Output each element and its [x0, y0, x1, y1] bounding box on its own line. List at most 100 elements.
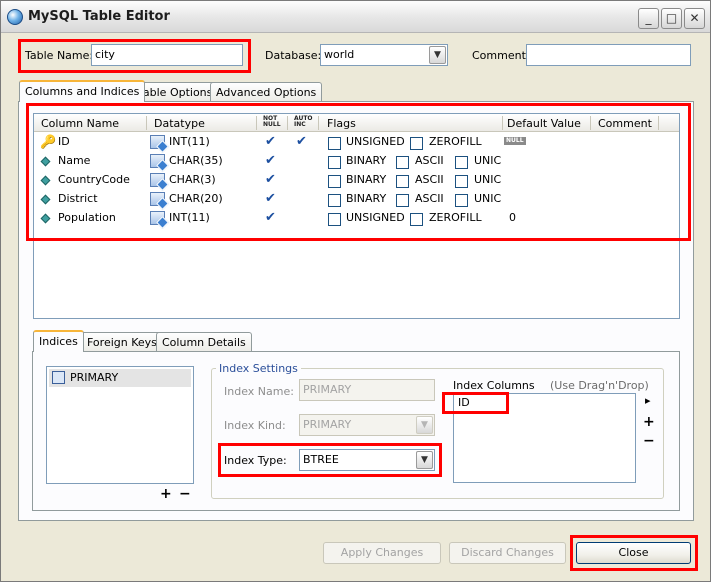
flag-checkbox[interactable]	[328, 213, 341, 226]
column-diamond-icon	[40, 175, 51, 186]
list-item[interactable]: ID	[458, 396, 470, 409]
comment-input[interactable]	[526, 44, 691, 66]
index-name-label: Index Name:	[224, 385, 294, 398]
header-datatype[interactable]: Datatype	[154, 117, 205, 130]
maximize-button[interactable]: □	[661, 8, 682, 29]
flag-checkbox[interactable]	[455, 175, 468, 188]
tab-foreign-keys[interactable]: Foreign Keys	[81, 332, 163, 352]
table-row[interactable]: Name CHAR(35) ✔ BINARY ASCII UNIC	[34, 152, 679, 171]
table-row[interactable]: District CHAR(20) ✔ BINARY ASCII UNIC	[34, 190, 679, 209]
chevron-down-icon[interactable]: ▼	[429, 46, 446, 64]
column-datatype[interactable]: INT(11)	[169, 135, 210, 148]
chevron-down-icon[interactable]: ▼	[416, 416, 433, 434]
table-editor-window: MySQL Table Editor _ □ ✕ Table Name: cit…	[0, 0, 711, 582]
header-auto-inc[interactable]: AUTO INC	[294, 116, 313, 128]
tab-indices[interactable]: Indices	[33, 330, 84, 352]
datatype-icon	[150, 154, 165, 168]
flag-checkbox[interactable]	[328, 137, 341, 150]
apply-changes-button[interactable]: Apply Changes	[323, 542, 441, 564]
auto-inc-check[interactable]: ✔	[296, 134, 307, 149]
flag-checkbox[interactable]	[410, 213, 423, 226]
remove-index-column-button[interactable]: −	[643, 433, 655, 449]
table-name-input[interactable]: city	[91, 44, 243, 66]
not-null-check[interactable]: ✔	[265, 210, 276, 225]
not-null-check[interactable]: ✔	[265, 153, 276, 168]
flag-checkbox[interactable]	[396, 175, 409, 188]
flag-checkbox[interactable]	[396, 156, 409, 169]
list-item[interactable]: PRIMARY	[49, 369, 191, 387]
column-datatype[interactable]: CHAR(35)	[169, 154, 223, 167]
header-not-null[interactable]: NOT NULL	[263, 116, 281, 128]
add-index-column-button[interactable]: +	[643, 414, 655, 430]
comment-label: Comment:	[472, 49, 530, 62]
flag-label: UNSIGNED	[346, 135, 405, 148]
header-comment[interactable]: Comment	[598, 117, 652, 130]
column-datatype[interactable]: CHAR(20)	[169, 192, 223, 205]
index-name: PRIMARY	[70, 371, 119, 384]
index-name-input[interactable]: PRIMARY	[299, 379, 435, 401]
not-null-check[interactable]: ✔	[265, 134, 276, 149]
flag-checkbox[interactable]	[328, 194, 341, 207]
not-null-check[interactable]: ✔	[265, 191, 276, 206]
column-name[interactable]: ID	[58, 135, 70, 148]
index-type-label: Index Type:	[224, 454, 287, 467]
column-datatype[interactable]: CHAR(3)	[169, 173, 216, 186]
flag-label: ZEROFILL	[429, 211, 482, 224]
default-value-badge[interactable]: NULL	[504, 137, 526, 145]
flag-label: ZEROFILL	[429, 135, 482, 148]
table-row[interactable]: 🔑 ID INT(11) ✔ ✔ UNSIGNED ZEROFILL NULL	[34, 133, 679, 152]
flag-checkbox[interactable]	[328, 175, 341, 188]
default-value[interactable]: 0	[509, 211, 516, 224]
index-columns-list[interactable]: ID	[453, 393, 636, 483]
tab-advanced-options[interactable]: Advanced Options	[210, 82, 323, 102]
header-default-value[interactable]: Default Value	[507, 117, 581, 130]
close-button[interactable]: Close	[576, 542, 691, 564]
key-icon: 🔑	[40, 135, 57, 150]
column-name[interactable]: Population	[58, 211, 116, 224]
index-type-value: BTREE	[303, 453, 339, 466]
flag-checkbox[interactable]	[455, 156, 468, 169]
database-select[interactable]: world ▼	[320, 44, 448, 66]
remove-index-button[interactable]: −	[179, 486, 191, 502]
header-column-name[interactable]: Column Name	[41, 117, 119, 130]
columns-grid[interactable]: Column Name Datatype NOT NULL AUTO INC Fla…	[33, 113, 680, 319]
flag-checkbox[interactable]	[410, 137, 423, 150]
close-window-button[interactable]: ✕	[684, 8, 705, 29]
discard-changes-button[interactable]: Discard Changes	[449, 542, 566, 564]
tab-column-details[interactable]: Column Details	[156, 332, 252, 352]
datatype-icon	[150, 211, 165, 225]
index-settings-legend: Index Settings	[216, 362, 301, 375]
index-kind-select[interactable]: PRIMARY ▼	[299, 414, 435, 436]
move-right-arrow-icon[interactable]: ▸	[645, 394, 651, 407]
index-icon	[52, 371, 65, 384]
column-name[interactable]: District	[58, 192, 98, 205]
table-row[interactable]: Population INT(11) ✔ UNSIGNED ZEROFILL 0	[34, 209, 679, 228]
window-title: MySQL Table Editor	[28, 9, 170, 24]
header-auto-inc-line2: INC	[294, 121, 306, 128]
index-kind-value: PRIMARY	[303, 418, 352, 431]
flag-label: BINARY	[346, 154, 387, 167]
flag-checkbox[interactable]	[328, 156, 341, 169]
table-row[interactable]: CountryCode CHAR(3) ✔ BINARY ASCII UNIC	[34, 171, 679, 190]
chevron-down-icon[interactable]: ▼	[416, 451, 433, 469]
not-null-check[interactable]: ✔	[265, 172, 276, 187]
database-value: world	[324, 48, 355, 61]
add-index-button[interactable]: +	[160, 486, 172, 502]
column-name[interactable]: CountryCode	[58, 173, 130, 186]
flag-label: UNSIGNED	[346, 211, 405, 224]
flag-checkbox[interactable]	[455, 194, 468, 207]
column-diamond-icon	[40, 156, 51, 167]
header-flags[interactable]: Flags	[327, 117, 356, 130]
column-diamond-icon	[40, 213, 51, 224]
minimize-button[interactable]: _	[638, 8, 659, 29]
datatype-icon	[150, 173, 165, 187]
tab-columns-and-indices[interactable]: Columns and Indices	[19, 80, 146, 102]
index-columns-label: Index Columns	[453, 379, 535, 392]
flag-label: UNIC	[474, 154, 502, 167]
flag-checkbox[interactable]	[396, 194, 409, 207]
column-name[interactable]: Name	[58, 154, 90, 167]
index-type-select[interactable]: BTREE ▼	[299, 449, 435, 471]
indices-list[interactable]: PRIMARY	[46, 366, 194, 484]
column-datatype[interactable]: INT(11)	[169, 211, 210, 224]
title-bar[interactable]: MySQL Table Editor _ □ ✕	[1, 1, 710, 33]
